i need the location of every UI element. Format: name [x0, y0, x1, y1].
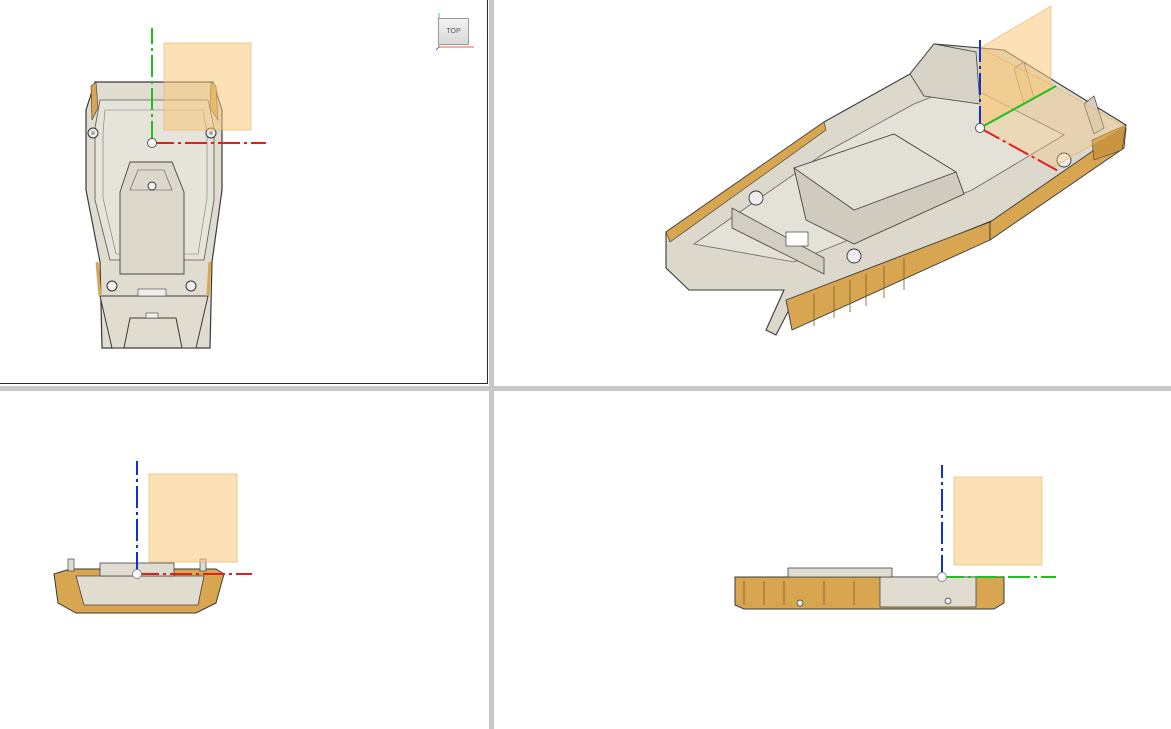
viewport-top[interactable]: TOP — [0, 0, 488, 384]
isometric-view-canvas — [665, 5, 1127, 336]
construction-plane[interactable] — [953, 476, 1043, 566]
construction-plane[interactable] — [148, 473, 238, 563]
construction-plane[interactable] — [163, 42, 252, 131]
viewcube-face-label: TOP — [446, 28, 461, 35]
viewport-front[interactable] — [0, 391, 489, 729]
top-view-canvas — [85, 28, 266, 349]
front-view-canvas — [53, 461, 252, 614]
model-front-view[interactable] — [53, 558, 225, 614]
model-right-view[interactable] — [734, 567, 1005, 610]
right-view-canvas — [734, 465, 1056, 610]
viewport-right[interactable] — [494, 391, 1171, 729]
viewcube[interactable]: TOP — [438, 18, 469, 45]
viewport-isometric[interactable] — [494, 0, 1171, 386]
